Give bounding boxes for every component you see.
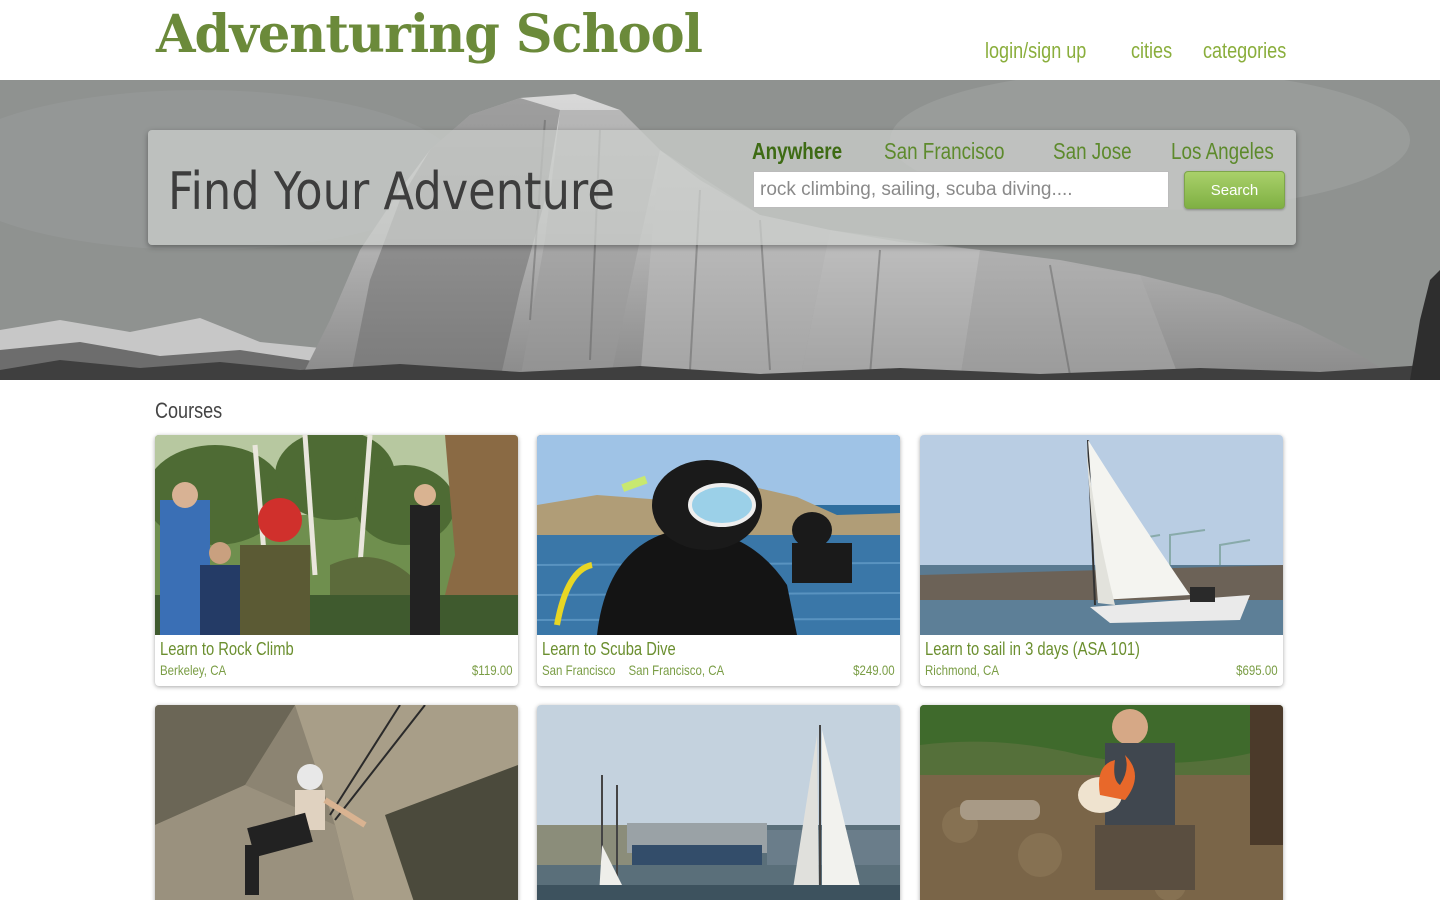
fire-starting-photo[interactable] xyxy=(920,705,1283,900)
course-title[interactable]: Learn to sail in 3 days (ASA 101) xyxy=(925,639,1140,660)
course-location: San Francisco San Francisco, CA xyxy=(542,662,725,678)
course-price: $119.00 xyxy=(472,662,513,678)
course-card[interactable]: Learn to Scuba Dive San Francisco San Fra… xyxy=(537,435,900,686)
course-info: Learn to Rock Climb Berkeley, CA $119.00 xyxy=(155,635,518,686)
marina-sailboat-photo[interactable] xyxy=(537,705,900,900)
climber-on-rock-photo[interactable] xyxy=(155,705,518,900)
city-tab-los-angeles[interactable]: Los Angeles xyxy=(1171,138,1274,165)
course-location: Richmond, CA xyxy=(925,662,1000,678)
hero-banner: Find Your Adventure Anywhere San Francis… xyxy=(0,80,1440,380)
search-input[interactable] xyxy=(753,171,1169,208)
course-info: Learn to sail in 3 days (ASA 101) Richmo… xyxy=(920,635,1283,686)
scuba-diving-photo[interactable] xyxy=(537,435,900,635)
course-title[interactable]: Learn to Scuba Dive xyxy=(542,639,676,660)
city-tab-san-francisco[interactable]: San Francisco xyxy=(884,138,1005,165)
site-header: Adventuring School login/sign up cities … xyxy=(0,0,1440,80)
main-nav: login/sign up cities categories xyxy=(985,38,1304,64)
city-tab-san-jose[interactable]: San Jose xyxy=(1053,138,1132,165)
course-title[interactable]: Learn to Rock Climb xyxy=(160,639,294,660)
city-filter-tabs: Anywhere San Francisco San Jose Los Ange… xyxy=(752,138,1296,165)
course-card[interactable]: Learn to Rock Climb Berkeley, CA $119.00 xyxy=(155,435,518,686)
course-price: $695.00 xyxy=(1236,662,1278,678)
course-card[interactable] xyxy=(537,705,900,900)
nav-login-link[interactable]: login/sign up xyxy=(985,38,1086,64)
rock-climbing-photo[interactable] xyxy=(155,435,518,635)
city-tab-anywhere[interactable]: Anywhere xyxy=(752,138,842,165)
course-card[interactable] xyxy=(920,705,1283,900)
hero-title: Find Your Adventure xyxy=(168,162,615,222)
course-card[interactable] xyxy=(155,705,518,900)
site-logo[interactable]: Adventuring School xyxy=(156,4,703,65)
course-info: Learn to Scuba Dive San Francisco San Fra… xyxy=(537,635,900,686)
nav-categories-link[interactable]: categories xyxy=(1203,38,1286,64)
course-price: $249.00 xyxy=(853,662,895,678)
nav-cities-link[interactable]: cities xyxy=(1131,38,1172,64)
course-location: Berkeley, CA xyxy=(160,662,227,678)
search-panel: Find Your Adventure Anywhere San Francis… xyxy=(148,130,1296,245)
search-button[interactable]: Search xyxy=(1184,171,1285,209)
courses-heading: Courses xyxy=(155,398,223,423)
sailing-photo[interactable] xyxy=(920,435,1283,635)
course-card[interactable]: Learn to sail in 3 days (ASA 101) Richmo… xyxy=(920,435,1283,686)
